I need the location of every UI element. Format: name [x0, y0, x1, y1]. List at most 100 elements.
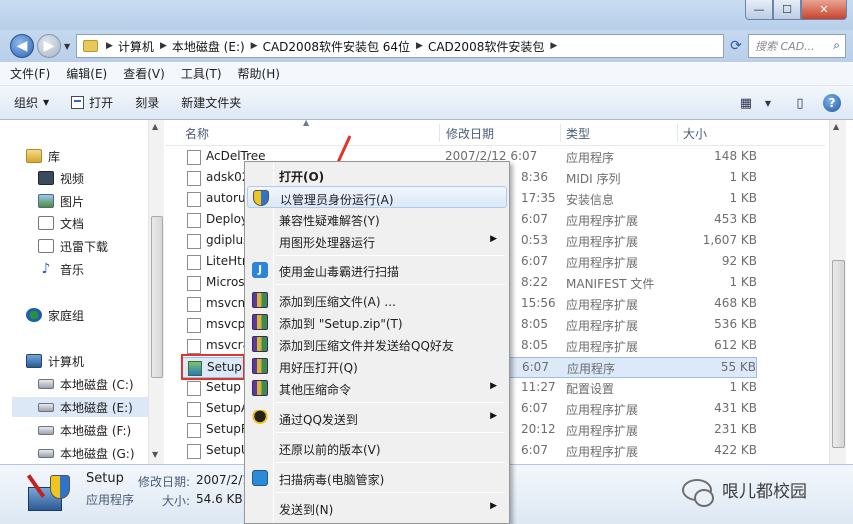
- file-type: MIDI 序列: [566, 172, 621, 186]
- menu-help[interactable]: 帮助(H): [238, 65, 280, 82]
- nav-drive-g[interactable]: 本地磁盘 (G:): [38, 443, 135, 463]
- search-input[interactable]: 搜索 CAD... ⌕: [748, 34, 846, 58]
- menu-add-setup-zip-label: 添加到 "Setup.zip"(T): [279, 317, 403, 331]
- organize-label: 组织: [14, 96, 39, 110]
- dll-file-icon: [187, 318, 201, 333]
- menu-send-to-label: 发送到(N): [279, 503, 334, 517]
- menu-scan-virus[interactable]: 扫描病毒(电脑管家): [247, 467, 507, 489]
- menu-compat[interactable]: 兼容性疑难解答(Y): [247, 208, 507, 230]
- breadcrumb-cad[interactable]: CAD2008软件安装包: [428, 38, 544, 55]
- wechat-icon: [682, 478, 714, 507]
- nav-xunlei[interactable]: 迅雷下载: [38, 236, 108, 256]
- scroll-up-icon[interactable]: ▲: [152, 122, 158, 131]
- menu-edit[interactable]: 编辑(E): [66, 65, 107, 82]
- maximize-button[interactable]: ☐: [773, 0, 801, 20]
- breadcrumb-cad-64[interactable]: CAD2008软件安装包 64位: [263, 38, 410, 55]
- breadcrumb-drive-e[interactable]: 本地磁盘 (E:): [172, 38, 245, 55]
- menu-view[interactable]: 查看(V): [123, 65, 165, 82]
- column-name[interactable]: 名称: [185, 125, 209, 142]
- file-name: msvcp: [206, 317, 246, 331]
- menu-restore[interactable]: 还原以前的版本(V): [247, 437, 507, 459]
- nav-scrollbar[interactable]: ▲ ▼: [148, 120, 164, 464]
- nav-videos[interactable]: 视频: [38, 168, 84, 188]
- search-icon[interactable]: ⌕: [833, 38, 840, 53]
- history-dropdown-icon[interactable]: ▼: [64, 42, 70, 51]
- nav-drive-f[interactable]: 本地磁盘 (F:): [38, 420, 131, 440]
- menu-other-zip-label: 其他压缩命令: [279, 383, 352, 397]
- menu-run-as-admin[interactable]: 以管理员身份运行(A): [247, 186, 507, 208]
- column-type[interactable]: 类型: [566, 125, 590, 142]
- nav-computer[interactable]: 计算机: [26, 351, 84, 371]
- back-button[interactable]: ◀: [10, 34, 34, 58]
- scroll-down-icon[interactable]: ▼: [152, 450, 158, 459]
- menu-separator: [275, 255, 505, 256]
- windows-drive-icon: [38, 379, 54, 389]
- open-button[interactable]: 打开: [71, 94, 113, 111]
- nav-library[interactable]: 库: [26, 146, 60, 166]
- nav-documents[interactable]: 文档: [38, 213, 84, 233]
- file-scrollbar[interactable]: ▲: [829, 120, 846, 464]
- new-folder-button[interactable]: 新建文件夹: [181, 94, 241, 111]
- refresh-button[interactable]: ⟳: [726, 34, 746, 58]
- organize-button[interactable]: 组织 ▼: [14, 94, 49, 111]
- file-name: SetupA: [206, 401, 250, 415]
- column-divider[interactable]: [560, 124, 561, 142]
- menu-separator: [275, 462, 505, 463]
- menu-open[interactable]: 打开(O): [247, 164, 507, 186]
- scroll-up-icon[interactable]: ▲: [833, 122, 839, 131]
- nav-scroll-thumb[interactable]: [151, 216, 163, 378]
- details-modified-label: 修改日期:: [138, 475, 191, 489]
- menu-haozip-open-label: 用好压打开(Q): [279, 361, 358, 375]
- burn-button[interactable]: 刻录: [135, 94, 159, 111]
- menu-add-send-qq[interactable]: 添加到压缩文件并发送给QQ好友: [247, 333, 507, 355]
- chevron-right-icon[interactable]: ▶: [416, 41, 423, 51]
- chevron-right-icon[interactable]: ▶: [550, 41, 557, 51]
- qq-penguin-icon: [252, 410, 268, 426]
- file-date: 20:12: [521, 422, 556, 436]
- menu-add-setup-zip[interactable]: 添加到 "Setup.zip"(T): [247, 311, 507, 333]
- breadcrumb-computer[interactable]: 计算机: [118, 38, 154, 55]
- menu-kingsoft-scan[interactable]: J 使用金山毒霸进行扫描: [247, 259, 507, 281]
- column-date[interactable]: 修改日期: [446, 125, 494, 142]
- view-dropdown-icon[interactable]: ▼: [757, 92, 779, 114]
- chevron-right-icon[interactable]: ▶: [160, 41, 167, 51]
- nav-homegroup[interactable]: 家庭组: [26, 305, 84, 325]
- nav-pictures[interactable]: 图片: [38, 191, 84, 211]
- sort-ascending-icon: ▲: [303, 118, 310, 127]
- chevron-right-icon[interactable]: ▶: [106, 41, 113, 51]
- nav-drive-c[interactable]: 本地磁盘 (C:): [38, 374, 134, 394]
- file-type: 配置设置: [566, 382, 615, 396]
- document-icon: [38, 216, 54, 230]
- chevron-right-icon[interactable]: ▶: [251, 41, 258, 51]
- nav-drive-e-label: 本地磁盘 (E:): [60, 400, 133, 415]
- forward-button[interactable]: ▶: [37, 34, 61, 58]
- file-type: 应用程序扩展: [566, 214, 639, 228]
- column-size[interactable]: 大小: [683, 125, 707, 142]
- manifest-file-icon: [187, 276, 201, 291]
- file-scroll-thumb[interactable]: [832, 260, 845, 448]
- dll-file-icon: [187, 444, 201, 459]
- menu-separator: [275, 492, 505, 493]
- nav-drive-e[interactable]: 本地磁盘 (E:): [12, 397, 150, 417]
- menu-separator: [275, 284, 505, 285]
- chevron-down-icon: ▼: [43, 98, 50, 107]
- address-bar[interactable]: ▶ 计算机 ▶ 本地磁盘 (E:) ▶ CAD2008软件安装包 64位 ▶ C…: [76, 34, 724, 58]
- help-button[interactable]: ?: [821, 92, 843, 114]
- nav-music[interactable]: ♪ 音乐: [38, 259, 84, 279]
- column-divider[interactable]: [677, 124, 678, 142]
- preview-pane-icon[interactable]: ▯: [789, 92, 811, 114]
- menu-send-qq[interactable]: 通过QQ发送到 ▶: [247, 407, 507, 429]
- change-view-icon[interactable]: ▦: [735, 92, 757, 114]
- menu-graphics-run[interactable]: 用图形处理器运行 ▶: [247, 230, 507, 252]
- menu-file[interactable]: 文件(F): [10, 65, 50, 82]
- close-button[interactable]: ✕: [801, 0, 847, 20]
- column-divider[interactable]: [439, 124, 440, 142]
- menu-send-to[interactable]: 发送到(N) ▶: [247, 497, 507, 519]
- menu-add-archive[interactable]: 添加到压缩文件(A) ...: [247, 289, 507, 311]
- view-controls: ▦ ▼ ▯ ?: [725, 92, 843, 114]
- menu-other-zip[interactable]: 其他压缩命令 ▶: [247, 377, 507, 399]
- minimize-button[interactable]: —: [745, 0, 773, 20]
- menu-haozip-open[interactable]: 用好压打开(Q): [247, 355, 507, 377]
- menu-tools[interactable]: 工具(T): [181, 65, 222, 82]
- drive-icon: [38, 448, 54, 458]
